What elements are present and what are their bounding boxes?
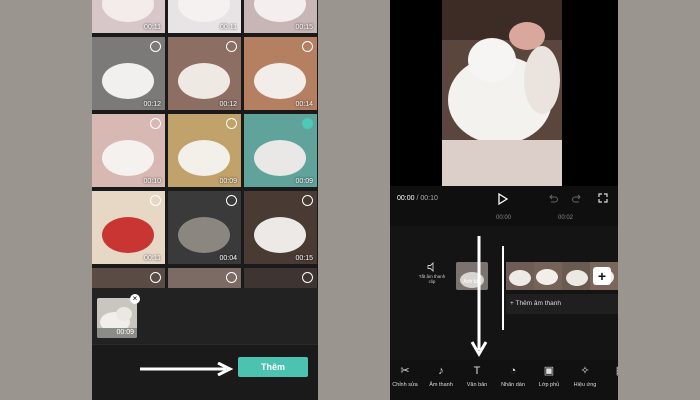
- speaker-icon: [427, 262, 434, 272]
- media-thumbnail[interactable]: 00:10: [92, 114, 165, 187]
- media-duration: 00:15: [295, 255, 313, 262]
- add-button[interactable]: Thêm: [238, 357, 308, 377]
- remove-clip-button[interactable]: ×: [130, 294, 140, 304]
- media-duration: 00:15: [295, 24, 313, 31]
- media-thumbnail[interactable]: 00:09: [244, 114, 317, 187]
- undo-icon[interactable]: [548, 193, 558, 206]
- media-duration: 00:14: [295, 101, 313, 108]
- tool-text[interactable]: T Văn bản: [459, 364, 495, 388]
- tool-label: Văn bản: [466, 382, 488, 388]
- more-icon: ▦: [603, 364, 618, 378]
- media-thumbnail[interactable]: 00:11: [92, 0, 165, 33]
- media-thumbnail[interactable]: 00:15: [244, 0, 317, 33]
- clip-frame: [506, 262, 534, 290]
- media-duration: 00:12: [219, 101, 237, 108]
- redo-icon[interactable]: [572, 193, 582, 206]
- tool-overlay[interactable]: ▣ Lớp phủ: [531, 364, 567, 388]
- editor-toolbar: ✂ Chỉnh sửa ♪ Âm thanh T Văn bản ◔ Nhãn dán ▣ Lớp…: [390, 360, 618, 400]
- media-duration: 00:09: [219, 178, 237, 185]
- playhead[interactable]: [502, 246, 504, 330]
- play-icon[interactable]: [498, 192, 509, 208]
- text-icon: T: [473, 365, 481, 377]
- media-thumbnail[interactable]: 00:12: [168, 37, 241, 110]
- ruler-label: 00:02: [558, 215, 574, 221]
- mute-clip-button[interactable]: Tắt âm thanh clip: [416, 262, 448, 284]
- sticker-icon: ◔: [509, 365, 517, 377]
- media-thumbnail[interactable]: 00:12: [92, 37, 165, 110]
- add-audio-button[interactable]: + Thêm âm thanh: [506, 294, 618, 314]
- clip-frame: [562, 262, 590, 290]
- select-circle-icon[interactable]: [226, 195, 237, 206]
- media-thumbnail[interactable]: 00:11: [92, 191, 165, 264]
- select-circle-icon[interactable]: [226, 41, 237, 52]
- media-thumbnail[interactable]: 00:09: [168, 114, 241, 187]
- arrow-down-annotation: [470, 236, 488, 357]
- preview-frame: [442, 0, 562, 186]
- select-circle-icon[interactable]: [150, 272, 161, 283]
- tool-music-note[interactable]: ♪ Âm thanh: [423, 364, 459, 388]
- time-current: 00:00: [397, 195, 415, 202]
- playback-controls: 00:00 / 00:10: [390, 186, 618, 214]
- media-thumbnail[interactable]: 00:11: [168, 0, 241, 33]
- arrow-right-annotation: [140, 362, 234, 376]
- tool-more[interactable]: ▦B: [603, 364, 618, 388]
- select-circle-icon[interactable]: [302, 118, 313, 129]
- time-ruler: 00:00 00:02: [390, 214, 618, 226]
- tool-label: Nhãn dán: [501, 382, 525, 388]
- media-duration: 00:11: [220, 24, 237, 31]
- clip-frame: [534, 262, 562, 290]
- music-note-icon: ♪: [438, 365, 444, 377]
- fullscreen-icon[interactable]: [598, 193, 608, 206]
- select-circle-icon[interactable]: [226, 272, 237, 283]
- editor-screen: 00:00 / 00:10 00:00 00:02 Tắt âm thanh c…: [390, 0, 618, 400]
- time-total: 00:10: [420, 195, 438, 202]
- scissors-icon: ✂: [400, 365, 410, 377]
- selected-tray: 00:09 ×: [92, 288, 318, 344]
- media-thumbnail[interactable]: 00:15: [244, 191, 317, 264]
- select-circle-icon[interactable]: [302, 41, 313, 52]
- media-picker-screen: 00:11 00:11 00:15 00:12 00:12 00:14 00:10 00:09…: [92, 0, 318, 400]
- select-circle-icon[interactable]: [226, 118, 237, 129]
- tool-scissors[interactable]: ✂ Chỉnh sửa: [390, 364, 423, 388]
- tool-sticker[interactable]: ◔ Nhãn dán: [495, 364, 531, 388]
- tool-label: B: [603, 382, 618, 388]
- media-duration: 00:11: [144, 24, 161, 31]
- select-circle-icon[interactable]: [150, 195, 161, 206]
- ruler-label: 00:00: [496, 215, 512, 221]
- mute-clip-label: Tắt âm thanh clip: [418, 274, 446, 284]
- select-circle-icon[interactable]: [150, 41, 161, 52]
- select-circle-icon[interactable]: [302, 195, 313, 206]
- media-duration: 00:10: [143, 178, 161, 185]
- tool-label: Âm thanh: [429, 382, 453, 388]
- time-display: 00:00 / 00:10: [397, 195, 438, 202]
- media-duration: 00:09: [295, 178, 313, 185]
- media-thumbnail[interactable]: 00:14: [244, 37, 317, 110]
- select-circle-icon[interactable]: [302, 272, 313, 283]
- overlay-icon: ▣: [543, 365, 555, 377]
- media-grid: 00:11 00:11 00:15 00:12 00:12 00:14 00:10 00:09…: [92, 0, 318, 341]
- selected-clip-duration: 00:09: [116, 329, 134, 336]
- timeline: Tắt âm thanh clip Ảnh bìa + + Thêm âm th…: [390, 226, 618, 360]
- media-thumbnail[interactable]: 00:04: [168, 191, 241, 264]
- media-duration: 00:04: [219, 255, 237, 262]
- tool-label: Lớp phủ: [538, 382, 560, 388]
- tool-label: Hiệu ứng: [573, 382, 597, 388]
- effects-icon: ✧: [580, 365, 590, 377]
- add-clip-button[interactable]: +: [593, 267, 611, 285]
- video-preview[interactable]: [390, 0, 618, 186]
- tool-label: Chỉnh sửa: [392, 382, 418, 388]
- selected-clip-thumbnail[interactable]: 00:09: [97, 298, 137, 338]
- cat-video-frame: [442, 0, 562, 186]
- media-duration: 00:12: [143, 101, 161, 108]
- tool-effects[interactable]: ✧ Hiệu ứng: [567, 364, 603, 388]
- media-duration: 00:11: [144, 255, 161, 262]
- select-circle-icon[interactable]: [150, 118, 161, 129]
